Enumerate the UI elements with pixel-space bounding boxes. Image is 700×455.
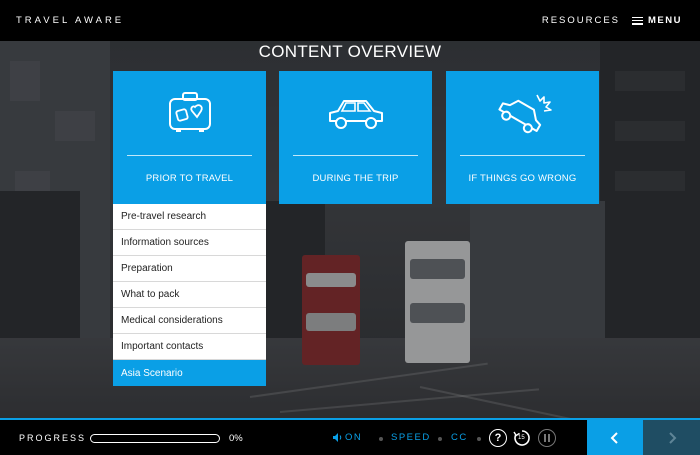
replay-button[interactable]: 15 (513, 429, 531, 447)
replay-seconds: 15 (518, 435, 525, 441)
menu-label: MENU (648, 15, 682, 26)
submenu-item-pre-travel-research[interactable]: Pre-travel research (113, 204, 266, 230)
top-bar: TRAVEL AWARE RESOURCES MENU (0, 0, 700, 41)
hamburger-icon (632, 16, 644, 25)
card-prior-to-travel[interactable]: PRIOR TO TRAVEL (113, 71, 266, 210)
submenu-item-preparation[interactable]: Preparation (113, 256, 266, 282)
suitcase-icon (168, 92, 211, 132)
next-button[interactable] (643, 420, 700, 455)
card-label: PRIOR TO TRAVEL (145, 173, 234, 184)
submenu-item-important-contacts[interactable]: Important contacts (113, 334, 266, 360)
pause-icon (544, 434, 550, 442)
cc-button[interactable]: CC (451, 432, 468, 443)
audio-toggle[interactable]: ON (333, 432, 362, 443)
page-title: CONTENT OVERVIEW (258, 42, 442, 61)
chevron-right-icon (668, 431, 676, 444)
progress-label: PROGRESS (19, 433, 87, 443)
progress-bar (90, 434, 220, 443)
question-mark-icon: ? (494, 432, 502, 444)
card-if-things-go-wrong[interactable]: IF THINGS GO WRONG (446, 71, 599, 204)
card-label: DURING THE TRIP (312, 173, 399, 184)
chevron-left-icon (610, 431, 618, 444)
menu-button[interactable]: MENU (632, 15, 682, 26)
submenu-item-what-to-pack[interactable]: What to pack (113, 282, 266, 308)
progress-percent: 0% (229, 433, 243, 444)
prior-to-travel-submenu: Pre-travel research Information sources … (113, 204, 266, 386)
pause-button[interactable] (538, 429, 556, 447)
card-during-the-trip[interactable]: DURING THE TRIP (279, 71, 432, 204)
speed-button[interactable]: SPEED (391, 432, 431, 443)
resources-link[interactable]: RESOURCES (542, 15, 620, 26)
submenu-item-medical-considerations[interactable]: Medical considerations (113, 308, 266, 334)
card-label: IF THINGS GO WRONG (468, 173, 577, 184)
submenu-item-asia-scenario[interactable]: Asia Scenario (113, 360, 266, 386)
audio-label: ON (345, 432, 363, 443)
footer-bar: PROGRESS 0% ON SPEED CC ? 15 (0, 418, 700, 455)
speaker-icon (333, 433, 342, 442)
submenu-item-information-sources[interactable]: Information sources (113, 230, 266, 256)
brand-title: TRAVEL AWARE (16, 15, 125, 26)
car-icon (328, 100, 383, 129)
help-button[interactable]: ? (489, 429, 507, 447)
previous-button[interactable] (587, 420, 643, 455)
car-crash-icon (497, 94, 552, 134)
